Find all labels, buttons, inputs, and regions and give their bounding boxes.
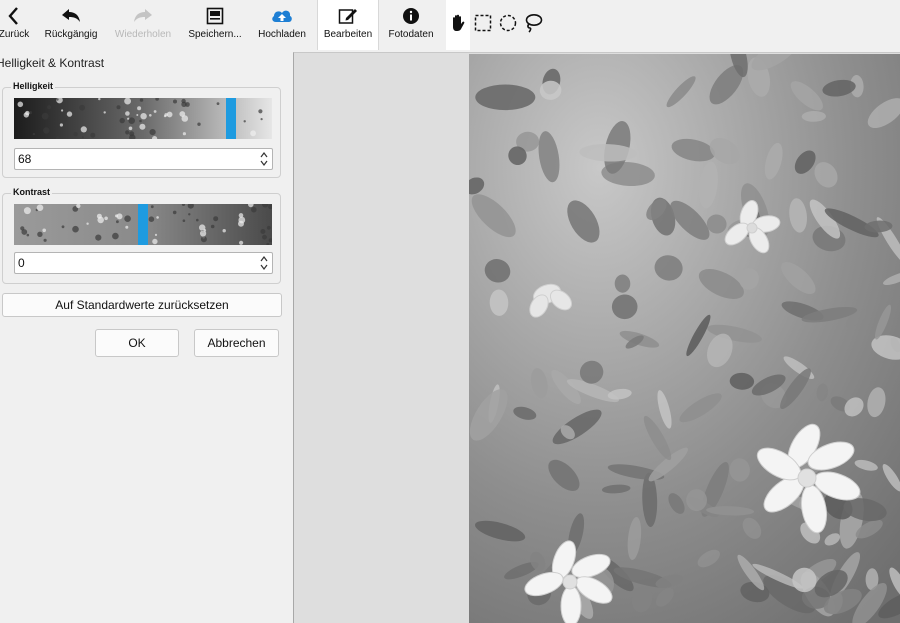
upload-label: Hochladen bbox=[258, 29, 306, 40]
lasso-icon bbox=[523, 13, 543, 38]
undo-button[interactable]: Rückgängig bbox=[42, 0, 100, 50]
photo-info-button[interactable]: Fotodaten bbox=[384, 0, 438, 50]
brightness-group: Helligkeit 68 bbox=[2, 81, 281, 178]
contrast-spinbox[interactable]: 0 bbox=[14, 252, 273, 274]
brightness-value: 68 bbox=[18, 152, 32, 166]
image-canvas[interactable] bbox=[293, 52, 900, 623]
chevron-left-icon bbox=[7, 6, 21, 26]
edit-icon bbox=[338, 6, 358, 26]
spin-arrows[interactable] bbox=[258, 149, 270, 169]
edit-label: Bearbeiten bbox=[323, 29, 373, 40]
save-label: Speichern... bbox=[188, 29, 242, 40]
redo-label: Wiederholen bbox=[114, 29, 172, 40]
brightness-label: Helligkeit bbox=[11, 81, 56, 91]
panel-title: Helligkeit & Kontrast bbox=[0, 56, 105, 70]
photo-preview bbox=[469, 54, 900, 623]
cloud-upload-icon bbox=[271, 6, 293, 26]
edit-button[interactable]: Bearbeiten bbox=[317, 0, 379, 50]
contrast-slider[interactable] bbox=[14, 204, 272, 245]
undo-icon bbox=[60, 6, 82, 26]
upload-button[interactable]: Hochladen bbox=[254, 0, 310, 50]
ok-button[interactable]: OK bbox=[95, 329, 179, 357]
hand-icon bbox=[450, 14, 466, 37]
redo-button[interactable]: Wiederholen bbox=[112, 0, 174, 50]
toolbar: Zurück Rückgängig Wiederholen Speichern.… bbox=[0, 0, 900, 52]
contrast-label: Kontrast bbox=[11, 187, 53, 197]
spin-arrows-icon bbox=[260, 256, 268, 270]
contrast-group: Kontrast 0 bbox=[2, 187, 281, 284]
save-button[interactable]: Speichern... bbox=[186, 0, 244, 50]
brightness-spinbox[interactable]: 68 bbox=[14, 148, 273, 170]
reset-defaults-button[interactable]: Auf Standardwerte zurücksetzen bbox=[2, 293, 282, 317]
flower-photo bbox=[469, 54, 900, 623]
ellipse-select-tool[interactable] bbox=[497, 14, 519, 36]
rect-select-icon bbox=[474, 14, 492, 37]
save-icon bbox=[206, 6, 224, 26]
brightness-slider-thumb[interactable] bbox=[226, 98, 236, 139]
spin-arrows-icon bbox=[260, 152, 268, 166]
rect-select-tool[interactable] bbox=[472, 14, 494, 36]
spin-arrows[interactable] bbox=[258, 253, 270, 273]
hand-tool[interactable] bbox=[447, 14, 469, 36]
contrast-slider-thumb[interactable] bbox=[138, 204, 148, 245]
info-icon bbox=[402, 6, 420, 26]
undo-label: Rückgängig bbox=[44, 29, 98, 40]
back-label: Zurück bbox=[0, 29, 30, 40]
ellipse-select-icon bbox=[499, 14, 517, 37]
redo-icon bbox=[132, 6, 154, 26]
photo-info-label: Fotodaten bbox=[388, 29, 434, 40]
back-button[interactable]: Zurück bbox=[0, 0, 32, 50]
contrast-value: 0 bbox=[18, 256, 25, 270]
lasso-tool[interactable] bbox=[522, 13, 544, 38]
brightness-slider[interactable] bbox=[14, 98, 272, 139]
cancel-button[interactable]: Abbrechen bbox=[194, 329, 279, 357]
